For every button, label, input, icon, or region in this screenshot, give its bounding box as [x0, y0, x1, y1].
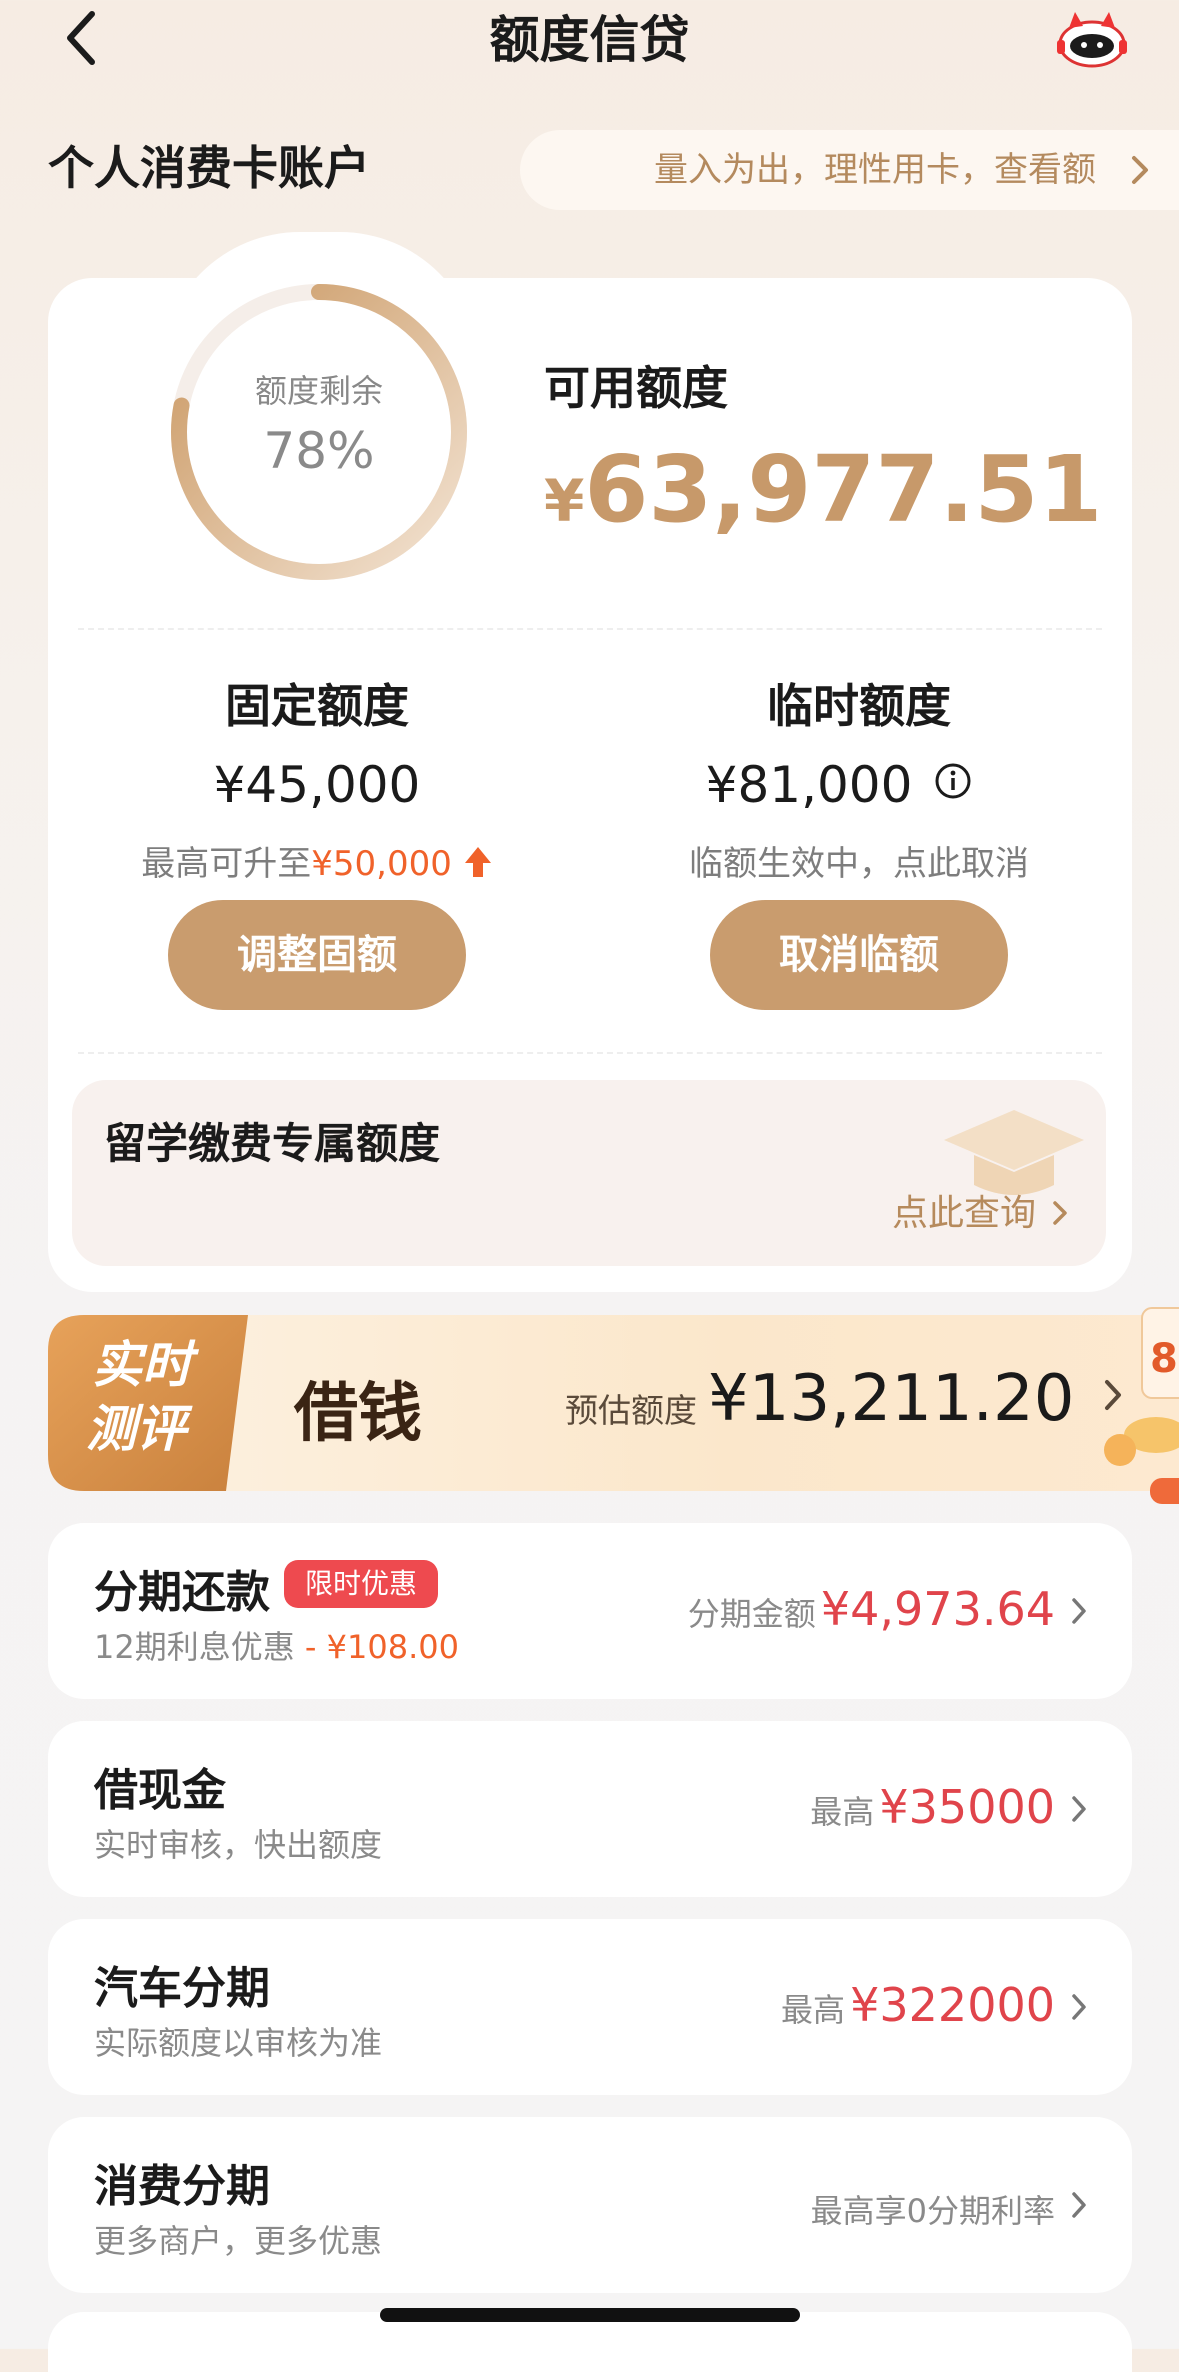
chevron-right-icon: [1072, 2192, 1086, 2218]
chevron-right-icon: [1072, 1994, 1086, 2020]
row-subtitle: 更多商户，更多优惠: [94, 2222, 383, 2260]
chevron-right-icon: [1072, 1598, 1086, 1624]
divider: [78, 1052, 1102, 1054]
divider: [78, 628, 1102, 630]
tip-banner[interactable]: 量入为出，理性用卡，查看额: [520, 130, 1179, 210]
row-right-value: ¥35000: [879, 1780, 1055, 1834]
page-title: 额度信贷: [489, 11, 690, 69]
available-label: 可用额度: [544, 361, 728, 415]
upgrade-prefix: 最高可升至: [141, 844, 312, 884]
fixed-quota-title: 固定额度: [225, 679, 409, 733]
account-title: 个人消费卡账户: [48, 141, 370, 195]
row-title: 汽车分期: [94, 1963, 270, 2014]
temp-quota-status[interactable]: 临额生效中，点此取消: [629, 836, 1089, 885]
row-right: 最高 ¥322000: [781, 1978, 1055, 2032]
adjust-fixed-button[interactable]: 调整固额: [168, 900, 466, 1010]
available-amount: ¥63,977.51: [544, 440, 1102, 551]
fixed-quota-upgrade: 最高可升至¥50,000: [87, 836, 547, 885]
row-right: 分期金额 ¥4,973.64: [688, 1582, 1055, 1636]
study-quota-link[interactable]: 点此查询: [892, 1184, 1069, 1236]
study-link-label: 点此查询: [892, 1193, 1037, 1234]
row-sub-highlight: - ¥108.00: [304, 1628, 459, 1666]
temp-quota-title: 临时额度: [767, 679, 951, 733]
row-title: 消费分期: [94, 2161, 270, 2212]
row-title: 借现金: [94, 1765, 226, 1816]
info-icon[interactable]: [934, 762, 972, 800]
tip-text: 量入为出，理性用卡，查看额: [654, 150, 1096, 190]
study-quota-title: 留学缴费专属额度: [104, 1119, 441, 1168]
row-subtitle: 实际额度以审核为准: [94, 2024, 383, 2062]
home-indicator[interactable]: [380, 2308, 800, 2322]
arrow-up-icon: [464, 847, 491, 877]
row-title: 分期还款: [94, 1567, 270, 1618]
row-right-value: ¥4,973.64: [820, 1582, 1055, 1636]
promo-number: 8: [1150, 1336, 1178, 1382]
row-right: 最高 ¥35000: [810, 1780, 1055, 1834]
badge-line-1: 实时: [92, 1336, 192, 1394]
row-right-value: ¥322000: [850, 1978, 1055, 2032]
cancel-temp-button[interactable]: 取消临额: [710, 900, 1008, 1010]
mascot-icon[interactable]: [1055, 6, 1129, 72]
ring-percent: 78%: [263, 422, 375, 480]
row-right-label: 分期金额: [687, 1595, 816, 1633]
row-sub-text: 12期利息优惠: [94, 1628, 295, 1666]
row-right-label: 最高: [810, 1793, 875, 1831]
chevron-right-icon: [1072, 1796, 1086, 1822]
promo-gift-icon[interactable]: 8: [1090, 1300, 1179, 1520]
limited-offer-badge: 限时优惠: [284, 1560, 438, 1608]
temp-quota-value: ¥81,000: [705, 756, 913, 814]
study-quota-box[interactable]: [72, 1080, 1106, 1266]
row-right-label: 最高: [781, 1991, 846, 2029]
estimate-value: ¥13,211.20: [708, 1362, 1075, 1436]
row-right: 最高享0分期利率: [811, 2186, 1055, 2232]
badge-line-2: 测评: [86, 1400, 186, 1458]
temp-quota-amount: ¥81,000: [639, 756, 1039, 814]
upgrade-value: ¥50,000: [311, 844, 452, 884]
estimate-label: 预估额度: [565, 1391, 697, 1430]
ring-label: 额度剩余: [254, 372, 383, 410]
borrow-title: 借钱: [294, 1376, 422, 1451]
fixed-quota-amount: ¥45,000: [213, 756, 421, 814]
estimate-amount: ¥13,211.20: [708, 1362, 1123, 1436]
row-subtitle: 实时审核，快出额度: [94, 1826, 383, 1864]
currency-symbol: ¥: [544, 467, 585, 535]
row-right-label: 最高享0分期利率: [810, 2192, 1055, 2230]
available-value: 63,977.51: [584, 436, 1103, 543]
chevron-right-icon: [1053, 1201, 1068, 1225]
row-subtitle: 12期利息优惠 - ¥108.00: [94, 1622, 459, 1668]
chevron-right-icon: [1130, 154, 1150, 186]
